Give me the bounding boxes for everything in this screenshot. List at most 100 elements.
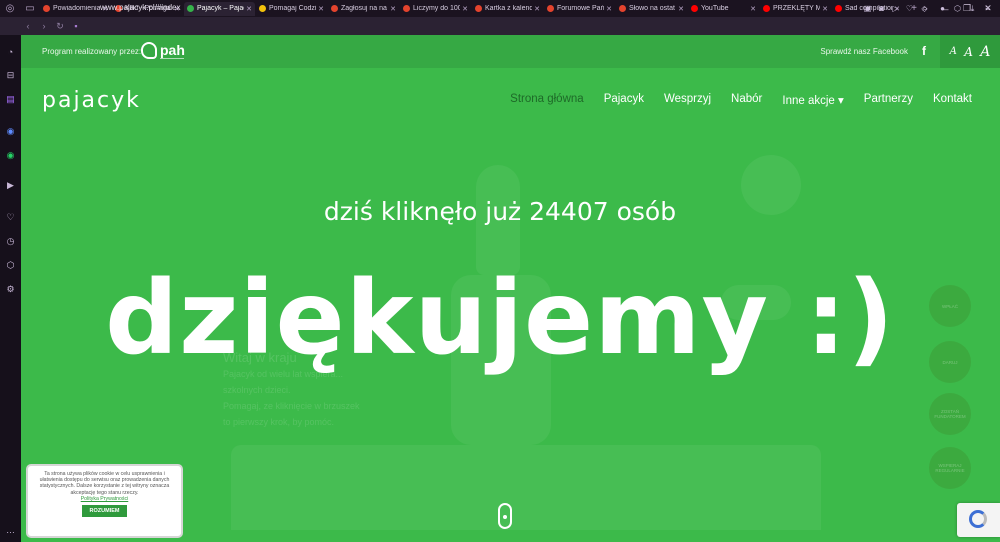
font-size-small[interactable]: A xyxy=(950,46,957,57)
tab-close-icon[interactable]: ✕ xyxy=(246,5,252,13)
font-size-large[interactable]: A xyxy=(980,44,990,60)
nav-item[interactable]: Wesprzyj xyxy=(664,93,711,107)
nav-item[interactable]: Strona główna xyxy=(510,93,584,107)
tab-favicon-icon xyxy=(619,5,626,12)
history-icon[interactable]: ◷ xyxy=(4,235,17,248)
tab-favicon-icon xyxy=(259,5,266,12)
shield-icon[interactable]: ◇ xyxy=(919,3,930,14)
workspace-icon[interactable]: ▭ xyxy=(20,0,40,17)
page-content: Program realizowany przez: pah Sprawdź n… xyxy=(21,35,1000,542)
heart-icon[interactable]: ♡ xyxy=(904,3,915,14)
url-field[interactable]: www.pajacyk.pl/#index xyxy=(100,3,180,12)
split-view-icon[interactable]: ▣ xyxy=(862,3,873,14)
lock-icon: ▪ xyxy=(74,21,78,31)
side-button-give[interactable]: DARUJ xyxy=(929,341,971,383)
messenger-icon[interactable]: ◉ xyxy=(4,125,17,138)
menu-icon[interactable]: ≡ xyxy=(982,3,993,14)
facebook-icon[interactable]: f xyxy=(922,44,926,58)
nav-item[interactable]: Kontakt xyxy=(933,93,972,107)
cube-icon[interactable]: ⬡ xyxy=(952,3,963,14)
side-button-donate[interactable]: WPŁAĆ xyxy=(929,285,971,327)
tab-favicon-icon xyxy=(43,5,50,12)
side-button-sponsor[interactable]: ZOSTAŃ FUNDATOREM xyxy=(929,393,971,435)
whatsapp-icon[interactable]: ◉ xyxy=(4,149,17,162)
nav-item[interactable]: Pajacyk xyxy=(604,93,644,107)
cookie-text: Ta strona używa plików cookie w celu usp… xyxy=(39,471,170,496)
tab-close-icon[interactable]: ✕ xyxy=(534,5,540,13)
pah-heart-icon xyxy=(141,42,157,59)
back-icon[interactable]: ‹ xyxy=(20,17,36,35)
side-button-support[interactable]: WSPIERAJ REGULARNIE xyxy=(929,447,971,489)
browser-tab[interactable]: Forumowe Pań ✕ xyxy=(544,2,615,16)
pah-logo[interactable]: pah xyxy=(141,40,189,62)
tab-close-icon[interactable]: ✕ xyxy=(390,5,396,13)
tab-favicon-icon xyxy=(691,5,698,12)
camera-icon[interactable]: ◙ xyxy=(876,3,887,14)
background-line: Pomagaj, ze kliknięcie w brzuszek xyxy=(223,401,360,411)
scroll-dot xyxy=(503,515,507,519)
tab-favicon-icon xyxy=(763,5,770,12)
download-icon[interactable]: ⤓ xyxy=(967,3,978,14)
settings-icon[interactable]: ⚙ xyxy=(4,283,17,296)
tab-close-icon[interactable]: ✕ xyxy=(750,5,756,13)
tab-close-icon[interactable]: ✕ xyxy=(462,5,468,13)
nav-item[interactable]: Partnerzy xyxy=(864,93,913,107)
browser-tab[interactable]: Liczymy do 100 ✕ xyxy=(400,2,471,16)
tab-title: Powiadomienia xyxy=(53,5,101,12)
browser-tab[interactable]: PRZEKLĘTY MĘ✕ xyxy=(760,2,831,16)
font-size-medium[interactable]: A xyxy=(964,45,973,59)
main-nav: Strona główna Pajacyk Wesprzyj Nabór Inne ak… xyxy=(490,93,972,107)
box-icon[interactable]: ⬡ xyxy=(4,259,17,272)
tab-close-icon[interactable]: ✕ xyxy=(606,5,612,13)
accept-cookies-button[interactable]: ROZUMIEM xyxy=(81,505,128,518)
click-counter: dziś kliknęło już 24407 osób xyxy=(323,197,677,226)
speed-dial-icon[interactable]: ◔ xyxy=(4,45,17,58)
site-logo[interactable]: pajacyk xyxy=(42,88,141,113)
cookie-banner: Ta strona używa plików cookie w celu usp… xyxy=(26,464,183,538)
nav-item[interactable]: Nabór xyxy=(731,93,762,107)
tab-favicon-icon xyxy=(403,5,410,12)
favorites-icon[interactable]: ♡ xyxy=(4,211,17,224)
font-size-switcher: A A A xyxy=(940,35,1000,68)
bag-icon[interactable]: ⊟ xyxy=(4,69,17,82)
browser-tab[interactable]: Pajacyk – Pajacy✕ xyxy=(184,1,255,16)
ground-illustration xyxy=(231,445,821,530)
tab-favicon-icon xyxy=(835,5,842,12)
reload-icon[interactable]: ↻ xyxy=(52,17,68,35)
browser-tab[interactable]: YouTube ✕ xyxy=(688,2,759,16)
tab-close-icon[interactable]: ✕ xyxy=(318,5,324,13)
tab-title: Zagłosuj na na xyxy=(341,5,387,12)
browser-menu-icon[interactable]: ◎ xyxy=(0,0,20,17)
tab-close-icon[interactable]: ✕ xyxy=(678,5,684,13)
thanks-message: dziękujemy :) xyxy=(105,259,895,378)
forward-icon[interactable]: › xyxy=(36,17,52,35)
play-icon[interactable]: ▷ xyxy=(890,3,901,14)
nav-item[interactable]: Inne akcje ▾ xyxy=(782,93,843,107)
tab-favicon-icon xyxy=(547,5,554,12)
background-line: to pierwszy krok, by pomóc. xyxy=(223,417,335,427)
tab-favicon-icon xyxy=(475,5,482,12)
facebook-label[interactable]: Sprawdź nasz Facebook xyxy=(820,47,908,56)
browser-tab[interactable]: Pomagaj Codzie ✕ xyxy=(256,2,327,16)
scroll-down-indicator[interactable] xyxy=(498,503,512,529)
tab-title: Pajacyk – Pajacy xyxy=(197,5,244,12)
tab-title: Słowo na ostat xyxy=(629,5,675,12)
extension-icon[interactable]: ● xyxy=(937,3,948,14)
player-icon[interactable]: ▶ xyxy=(4,179,17,192)
tab-title: Forumowe Pań xyxy=(557,5,605,12)
browser-tab[interactable]: Kartka z kalend ✕ xyxy=(472,2,543,16)
program-label: Program realizowany przez: xyxy=(42,47,142,56)
recaptcha-badge[interactable] xyxy=(957,503,1000,537)
browser-tab[interactable]: Zagłosuj na na ✕ xyxy=(328,2,399,16)
pah-logo-underline xyxy=(160,58,184,59)
tab-close-icon[interactable]: ✕ xyxy=(822,5,828,13)
privacy-policy-link[interactable]: Polityka Prywatności xyxy=(36,496,173,502)
background-line: szkolnych dzieci. xyxy=(223,385,291,395)
pah-logo-text: pah xyxy=(160,42,185,58)
more-icon[interactable]: … xyxy=(4,523,17,536)
tab-title: Pomagaj Codzie xyxy=(269,5,317,12)
tab-favicon-icon xyxy=(331,5,338,12)
tab-favicon-icon xyxy=(187,5,194,12)
browser-tab[interactable]: Słowo na ostat ✕ xyxy=(616,2,687,16)
twitch-icon[interactable]: ▤ xyxy=(4,93,17,106)
